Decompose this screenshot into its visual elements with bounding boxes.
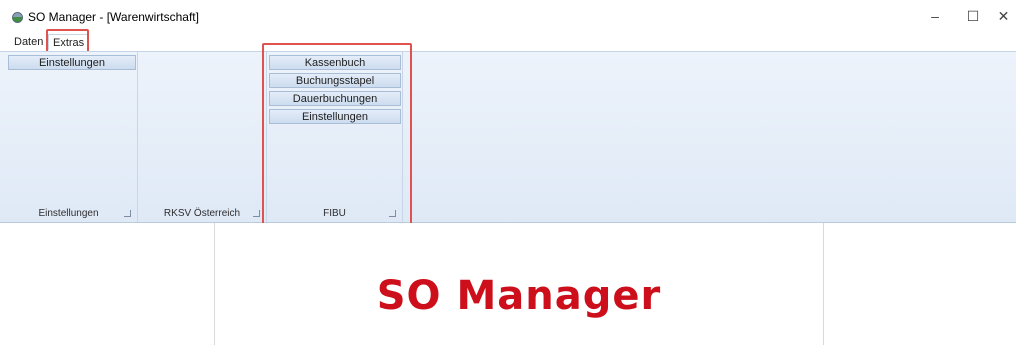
center-panel: SO Manager	[214, 223, 824, 345]
einstellungen-button[interactable]: Einstellungen	[8, 55, 136, 70]
main-content: SO Manager	[0, 223, 1016, 345]
dialog-launcher-icon[interactable]	[253, 210, 260, 217]
ribbon: Einstellungen Einstellungen RKSV Österre…	[0, 51, 1016, 223]
group-rksv: RKSV Österreich	[138, 52, 267, 222]
menu-bar: Daten Extras	[0, 32, 1016, 51]
window-title: SO Manager - [Warenwirtschaft]	[28, 10, 199, 24]
dauerbuchungen-button[interactable]: Dauerbuchungen	[269, 91, 401, 106]
maximize-button[interactable]: ☐	[958, 6, 988, 26]
group-label-fibu: FIBU	[323, 208, 346, 219]
menu-daten[interactable]: Daten	[10, 34, 47, 50]
close-button[interactable]: ✕	[991, 6, 1016, 26]
buchungsstapel-button[interactable]: Buchungsstapel	[269, 73, 401, 88]
kassenbuch-button[interactable]: Kassenbuch	[269, 55, 401, 70]
dialog-launcher-icon[interactable]	[389, 210, 396, 217]
app-icon	[12, 12, 23, 23]
menu-extras[interactable]: Extras	[48, 34, 90, 50]
group-label-einstellungen: Einstellungen	[38, 208, 99, 219]
group-fibu: Kassenbuch Buchungsstapel Dauerbuchungen…	[267, 52, 403, 222]
so-manager-logo: SO Manager	[376, 273, 662, 319]
title-bar: SO Manager - [Warenwirtschaft] – ☐ ✕	[0, 0, 1016, 32]
fibu-einstellungen-button[interactable]: Einstellungen	[269, 109, 401, 124]
group-label-rksv: RKSV Österreich	[163, 208, 241, 219]
dialog-launcher-icon[interactable]	[124, 210, 131, 217]
group-einstellungen: Einstellungen Einstellungen	[0, 52, 138, 222]
minimize-button[interactable]: –	[920, 6, 950, 26]
